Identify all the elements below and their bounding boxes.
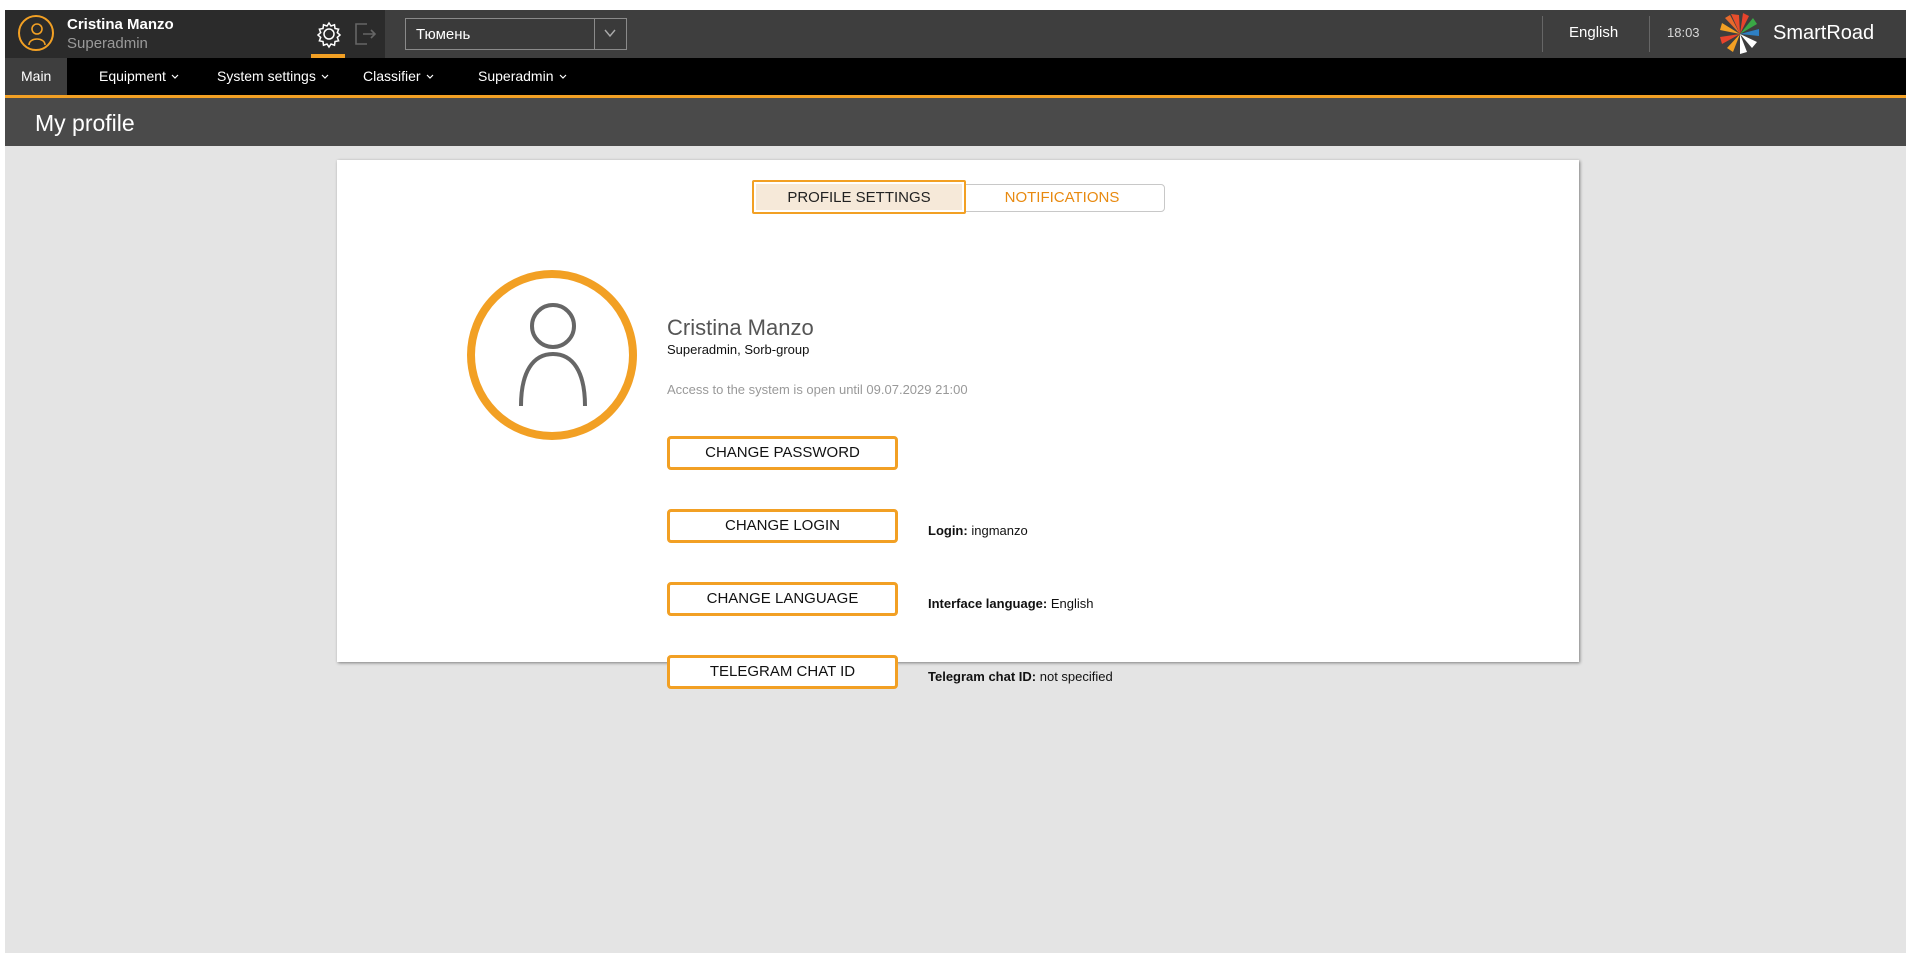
logout-icon[interactable] xyxy=(351,20,379,48)
gear-icon[interactable] xyxy=(313,18,345,58)
chevron-down-icon xyxy=(321,74,329,80)
login-value: ingmanzo xyxy=(971,523,1028,538)
main-nav: Main Equipment System settings Classifie… xyxy=(5,58,1906,98)
page-title: My profile xyxy=(35,110,135,136)
chevron-down-icon xyxy=(171,74,179,80)
language-info: Interface language: English xyxy=(928,596,1093,611)
nav-item-label: System settings xyxy=(217,68,316,84)
language-value: English xyxy=(1050,596,1094,611)
user-block[interactable]: Cristina Manzo Superadmin xyxy=(5,10,385,58)
user-avatar-icon[interactable] xyxy=(18,15,54,51)
nav-item-main[interactable]: Main xyxy=(5,58,68,95)
telegram-info: Telegram chat ID: not specified xyxy=(928,669,1113,684)
clock: 18:03 xyxy=(1667,25,1700,40)
nav-item-system-settings[interactable]: System settings xyxy=(201,58,345,95)
nav-item-label: Classifier xyxy=(363,68,421,84)
nav-item-label: Superadmin xyxy=(478,68,554,84)
change-language-button[interactable]: CHANGE LANGUAGE xyxy=(667,582,898,616)
access-expiry-text: Access to the system is open until 09.07… xyxy=(667,382,968,397)
divider xyxy=(1542,16,1543,52)
change-login-button[interactable]: CHANGE LOGIN xyxy=(667,509,898,543)
tab-profile-settings[interactable]: PROFILE SETTINGS xyxy=(752,180,966,214)
nav-item-label: Equipment xyxy=(99,68,166,84)
login-info: Login: ingmanzo xyxy=(928,523,1028,538)
chevron-down-icon xyxy=(559,74,566,80)
profile-tabs: PROFILE SETTINGS NOTIFICATIONS xyxy=(752,180,1165,214)
telegram-chat-id-button[interactable]: TELEGRAM CHAT ID xyxy=(667,655,898,689)
user-name: Cristina Manzo xyxy=(67,16,174,33)
profile-name: Cristina Manzo xyxy=(667,315,814,340)
profile-card: PROFILE SETTINGS NOTIFICATIONS Cristina … xyxy=(337,160,1579,689)
divider xyxy=(1649,16,1650,52)
telegram-value: not specified xyxy=(1039,669,1113,684)
nav-item-superadmin[interactable]: Superadmin xyxy=(462,58,583,95)
tab-notifications[interactable]: NOTIFICATIONS xyxy=(962,185,1162,211)
top-bar: Cristina Manzo Superadmin Тюмень English… xyxy=(5,10,1906,58)
city-select-value: Тюмень xyxy=(416,26,471,43)
change-password-button[interactable]: CHANGE PASSWORD xyxy=(667,436,898,470)
app: Cristina Manzo Superadmin Тюмень English… xyxy=(5,10,1906,953)
telegram-label: Telegram chat ID: xyxy=(928,669,1037,684)
nav-item-equipment[interactable]: Equipment xyxy=(83,58,195,95)
brand-name: SmartRoad xyxy=(1773,22,1875,44)
smartroad-logo-icon xyxy=(1717,12,1763,56)
user-role: Superadmin xyxy=(67,35,148,52)
nav-item-label: Main xyxy=(21,68,52,84)
nav-item-classifier[interactable]: Classifier xyxy=(347,58,450,95)
language-switch[interactable]: English xyxy=(1569,24,1618,41)
chevron-down-icon[interactable] xyxy=(594,19,626,49)
chevron-down-icon xyxy=(426,74,434,80)
profile-avatar-icon xyxy=(467,270,637,440)
tab-label: PROFILE SETTINGS xyxy=(787,189,931,206)
city-select[interactable]: Тюмень xyxy=(405,18,627,50)
login-label: Login: xyxy=(928,523,968,538)
language-label: Interface language: xyxy=(928,596,1048,611)
page-title-bar: My profile xyxy=(5,98,1906,146)
profile-organization: Superadmin, Sorb-group xyxy=(667,342,810,357)
